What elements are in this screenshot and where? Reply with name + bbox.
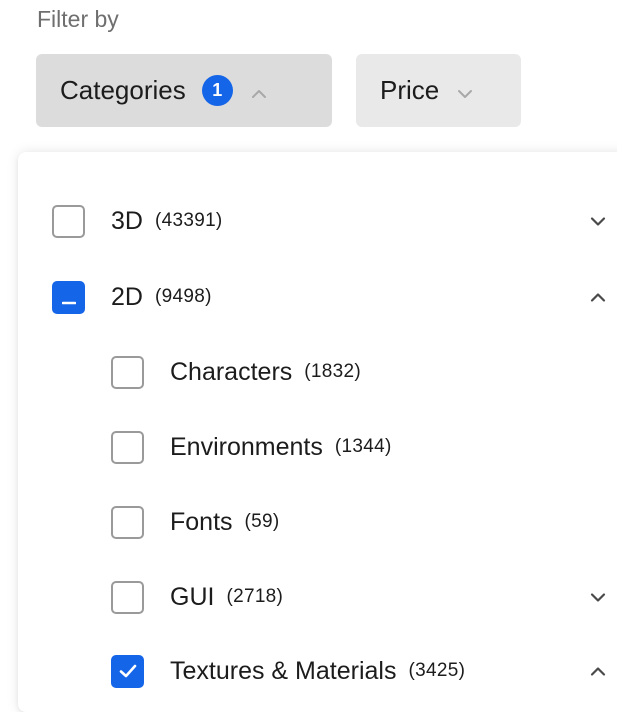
- subcategory-row-characters[interactable]: Characters (1832): [111, 352, 361, 392]
- minus-icon: [61, 283, 76, 312]
- price-filter-label: Price: [380, 75, 440, 105]
- checkmark-icon: [118, 657, 138, 686]
- subcategory-count-characters: (1832): [304, 361, 361, 382]
- subcategory-row-gui[interactable]: GUI (2718): [111, 577, 283, 617]
- category-count-2d: (9498): [154, 286, 212, 307]
- category-checkbox-3d[interactable]: [52, 204, 85, 238]
- categories-dropdown-panel: 3D (43391) 2D (9498) Characters (1832) E…: [18, 152, 617, 712]
- subcategory-row-fonts[interactable]: Fonts (59): [111, 502, 280, 542]
- subcategory-count-fonts: (59): [244, 511, 280, 532]
- category-row-2d[interactable]: 2D (9498): [52, 277, 212, 317]
- price-filter-button[interactable]: Price: [356, 54, 521, 127]
- subcategory-label-fonts: Fonts: [170, 507, 233, 536]
- category-label-2d: 2D: [111, 282, 143, 311]
- subcategory-label-environments: Environments: [170, 432, 323, 461]
- subcategory-checkbox-gui[interactable]: [111, 580, 144, 614]
- selected-count-badge: 1: [201, 75, 233, 106]
- category-row-3d[interactable]: 3D (43391): [52, 201, 223, 241]
- categories-filter-label: Categories: [60, 75, 186, 105]
- chevron-down-icon[interactable]: [586, 209, 610, 233]
- subcategory-count-gui: (2718): [226, 586, 284, 607]
- chevron-up-icon[interactable]: [586, 285, 610, 309]
- subcategory-label-textures-materials: Textures & Materials: [170, 656, 397, 685]
- subcategory-checkbox-fonts[interactable]: [111, 505, 144, 539]
- chevron-up-icon: [251, 75, 267, 106]
- subcategory-label-gui: GUI: [170, 582, 215, 611]
- subcategory-count-textures-materials: (3425): [408, 660, 466, 681]
- category-checkbox-2d[interactable]: [52, 280, 85, 314]
- categories-filter-button[interactable]: Categories 1: [36, 54, 332, 127]
- subcategory-checkbox-environments[interactable]: [111, 430, 144, 464]
- filter-by-label: Filter by: [37, 6, 119, 32]
- subcategory-count-environments: (1344): [334, 436, 392, 457]
- category-label-3d: 3D: [111, 206, 143, 235]
- subcategory-checkbox-characters[interactable]: [111, 355, 144, 389]
- chevron-down-icon: [457, 75, 473, 106]
- chevron-up-icon[interactable]: [586, 659, 610, 683]
- subcategory-checkbox-textures-materials[interactable]: [111, 654, 144, 688]
- subcategory-row-environments[interactable]: Environments (1344): [111, 427, 392, 467]
- subcategory-label-characters: Characters: [170, 357, 293, 386]
- chevron-down-icon[interactable]: [586, 585, 610, 609]
- subcategory-row-textures-materials[interactable]: Textures & Materials (3425): [111, 651, 465, 691]
- category-count-3d: (43391): [154, 210, 223, 231]
